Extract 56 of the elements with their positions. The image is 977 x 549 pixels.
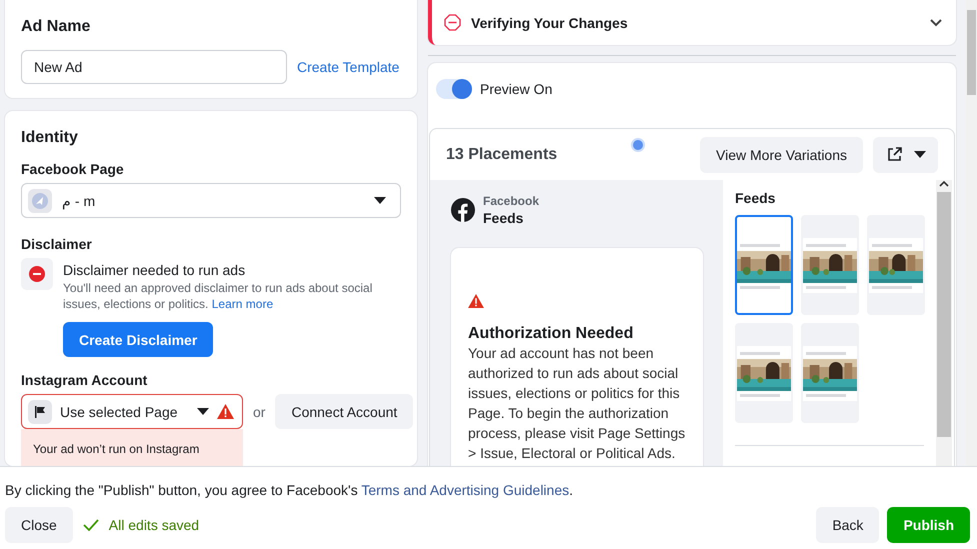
verification-title: Verifying Your Changes: [471, 14, 629, 30]
placement-thumbnail[interactable]: [867, 215, 925, 315]
blocked-icon: [29, 266, 45, 282]
view-more-variations-button[interactable]: View More Variations: [700, 136, 863, 172]
toggle-label: Preview On: [480, 81, 552, 97]
section-title: Identity: [21, 129, 79, 147]
save-status: All edits saved: [108, 517, 200, 533]
check-icon: [82, 519, 99, 531]
caret-icon: [914, 150, 926, 158]
placement-thumbnail[interactable]: [801, 323, 859, 423]
instagram-warning: Your ad won’t run on Instagram: [21, 429, 243, 466]
disclaimer-text: You'll need an approved disclaimer to run ads about social issues, elections or politics. Learn more: [63, 280, 374, 312]
blocked-icon: [444, 14, 461, 31]
scrollbar-thumb[interactable]: [937, 192, 951, 437]
connect-account-button[interactable]: Connect Account: [275, 394, 414, 429]
placements-count: 13 Placements: [446, 146, 558, 164]
notice-title: Authorization Needed: [468, 325, 634, 343]
share-menu-button[interactable]: [873, 136, 938, 172]
thumbnails-title: Feeds: [735, 190, 776, 206]
scroll-up-icon[interactable]: [939, 180, 949, 188]
learn-more-link[interactable]: Learn more: [212, 297, 274, 311]
caret-icon: [374, 196, 386, 204]
create-template-link[interactable]: Create Template: [297, 59, 400, 75]
scrollbar-thumb[interactable]: [967, 10, 976, 95]
disclaimer-title: Disclaimer needed to run ads: [63, 262, 246, 278]
back-button[interactable]: Back: [816, 507, 880, 543]
instagram-value: Use selected Page: [60, 404, 179, 420]
placement-name: Feeds: [483, 210, 524, 226]
terms-link[interactable]: Terms and Advertising Guidelines: [361, 482, 570, 498]
page-avatar-icon: [31, 192, 49, 210]
field-label: Instagram Account: [21, 372, 148, 388]
field-label: Facebook Page: [21, 161, 125, 177]
chevron-icon[interactable]: [930, 18, 942, 26]
platform-name: Facebook: [483, 194, 540, 208]
close-button[interactable]: Close: [5, 507, 73, 543]
section-title: Ad Name: [21, 18, 92, 36]
external-link-icon: [887, 147, 902, 162]
agreement-text: By clicking the "Publish" button, you agree to Facebook's Terms and Advertising Guidelines.: [5, 482, 574, 498]
placement-thumbnail[interactable]: [735, 215, 793, 315]
placement-thumbnail[interactable]: [801, 215, 859, 315]
notice-text: Your ad account has not been authorized to run ads about social issues, elections or politics for this Page. To begin the authorization process, please visit Page Settings > Issue, Electoral or Political Ads.: [468, 344, 686, 463]
page-dropdown[interactable]: م - m: [21, 183, 401, 218]
warning-icon: [217, 404, 234, 419]
create-disclaimer-button[interactable]: Create Disclaimer: [63, 322, 214, 357]
indicator-dot: [633, 140, 644, 150]
caret-icon: [197, 408, 209, 416]
field-label: Disclaimer: [21, 236, 93, 252]
preview-toggle[interactable]: [436, 79, 472, 99]
facebook-icon: [451, 198, 475, 222]
page-value: م - m: [62, 192, 96, 208]
ad-name-field[interactable]: New Ad: [21, 50, 287, 84]
flag-icon: [33, 404, 47, 418]
or-label: or: [253, 404, 266, 420]
placement-thumbnail[interactable]: [735, 323, 793, 423]
warning-icon: [468, 294, 484, 308]
verification-bar[interactable]: Verifying Your Changes: [428, 0, 956, 45]
